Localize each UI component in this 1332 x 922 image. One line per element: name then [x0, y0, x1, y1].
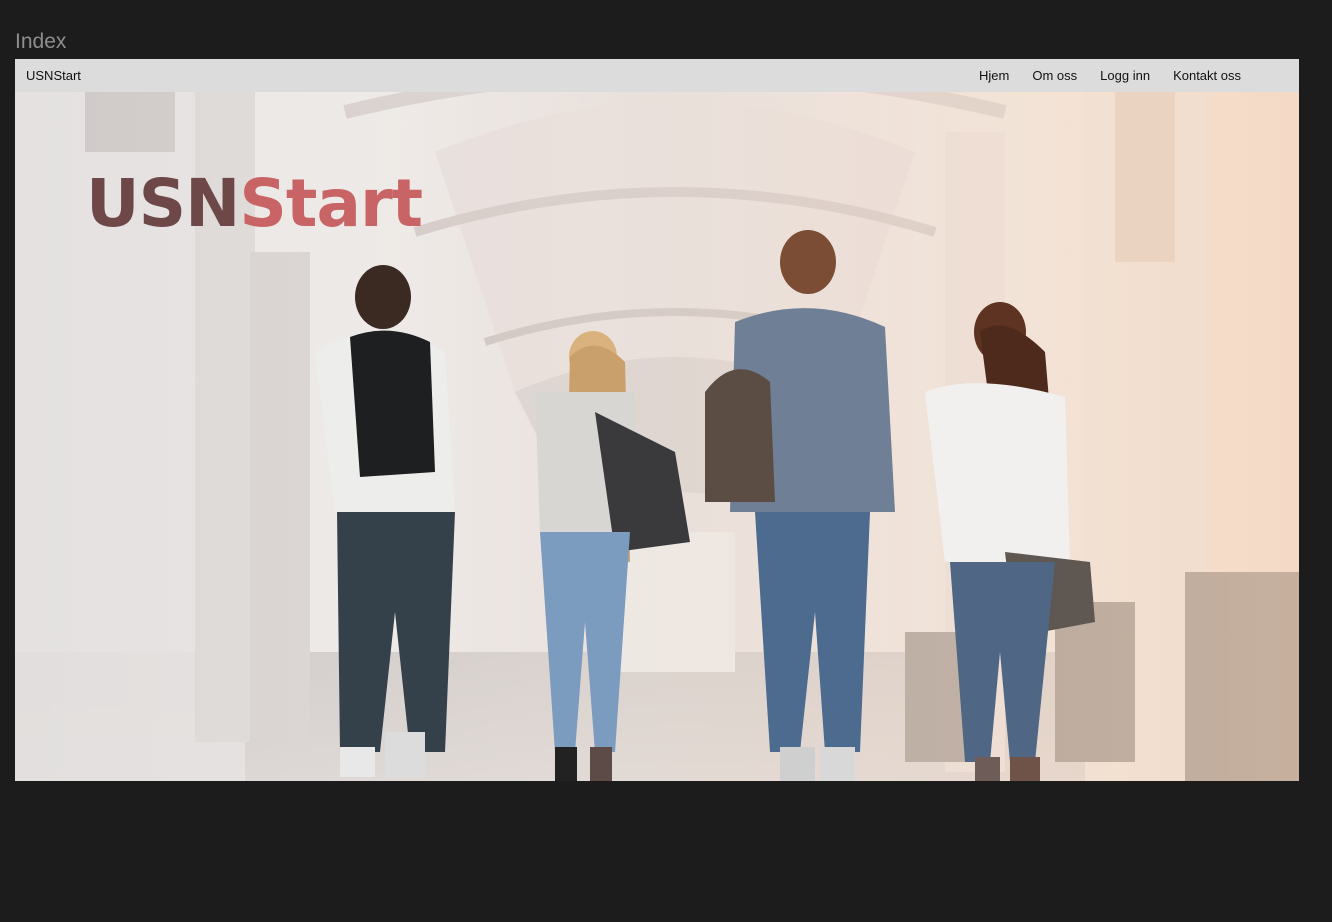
- navbar: USNStart Hjem Om oss Logg inn Kontakt os…: [15, 59, 1299, 92]
- hero-title: USNStart: [86, 165, 423, 242]
- nav-link-logg-inn[interactable]: Logg inn: [1100, 68, 1150, 83]
- nav-link-hjem[interactable]: Hjem: [979, 68, 1009, 83]
- hero-title-part2: Start: [239, 165, 423, 242]
- nav-links: Hjem Om oss Logg inn Kontakt oss: [979, 68, 1241, 83]
- frame-label: Index: [15, 30, 67, 53]
- hero-section: USNStart: [15, 92, 1299, 781]
- page-frame: USNStart Hjem Om oss Logg inn Kontakt os…: [15, 59, 1299, 781]
- nav-link-kontakt-oss[interactable]: Kontakt oss: [1173, 68, 1241, 83]
- nav-link-om-oss[interactable]: Om oss: [1032, 68, 1077, 83]
- hero-title-part1: USN: [86, 165, 240, 242]
- brand-link[interactable]: USNStart: [26, 68, 81, 83]
